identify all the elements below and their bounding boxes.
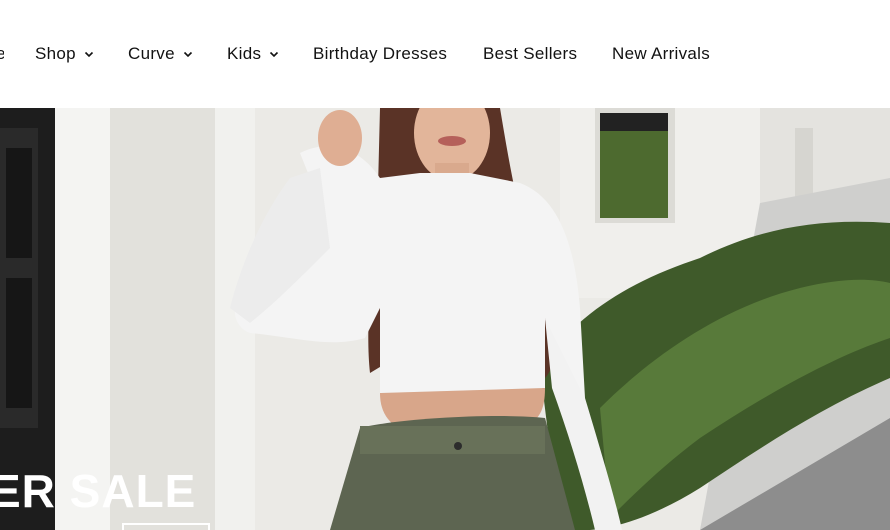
hero-banner[interactable]: ER SALE — [0, 108, 890, 530]
nav-item-kids[interactable]: Kids — [227, 44, 279, 64]
nav-item-label: Birthday Dresses — [313, 44, 448, 63]
nav-item-label: Kids — [227, 44, 262, 63]
hero-title: ER SALE — [0, 465, 197, 517]
chevron-down-icon — [183, 49, 193, 59]
hero-cta-button[interactable] — [122, 523, 210, 530]
main-navigation: e Shop Curve Kids Birthday Dresses Best … — [0, 0, 890, 108]
nav-item-label: New Arrivals — [612, 44, 711, 63]
nav-item-curve[interactable]: Curve — [128, 44, 193, 64]
nav-item-birthday-dresses[interactable]: Birthday Dresses — [313, 44, 447, 64]
nav-item-best-sellers[interactable]: Best Sellers — [483, 44, 577, 64]
nav-item-cut-off[interactable]: e — [0, 44, 4, 64]
nav-item-label: Best Sellers — [483, 44, 578, 63]
nav-item-shop[interactable]: Shop — [35, 44, 94, 64]
nav-item-label: Curve — [128, 44, 175, 63]
chevron-down-icon — [84, 49, 94, 59]
chevron-down-icon — [269, 49, 279, 59]
nav-item-new-arrivals[interactable]: New Arrivals — [612, 44, 710, 64]
page: e Shop Curve Kids Birthday Dresses Best … — [0, 0, 890, 530]
nav-item-label: e — [0, 44, 4, 64]
nav-item-label: Shop — [35, 44, 76, 63]
